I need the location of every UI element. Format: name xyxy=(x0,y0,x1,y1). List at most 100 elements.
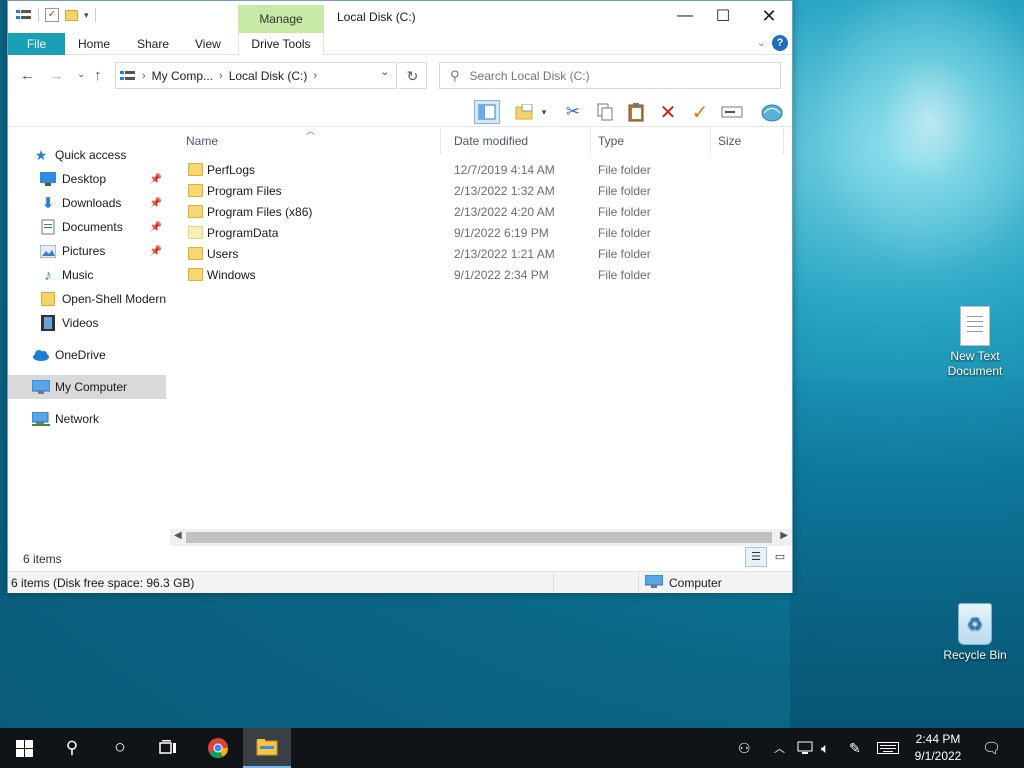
file-list: PerfLogs 12/7/2019 4:14 AM File folder P… xyxy=(179,159,784,285)
recent-locations-chevron-icon[interactable]: ⌄ xyxy=(77,69,85,80)
search-placeholder: Search Local Disk (C:) xyxy=(469,68,590,83)
search-icon[interactable]: ⚲ xyxy=(48,728,96,768)
table-row[interactable]: Program Files 2/13/2022 1:32 AM File fol… xyxy=(179,180,784,201)
copy-icon[interactable] xyxy=(592,100,618,124)
file-type: File folder xyxy=(598,162,651,177)
properties-check-icon[interactable]: ✓ xyxy=(45,8,59,22)
view-switcher: ☰ ▭ xyxy=(745,547,791,567)
scrollbar-thumb[interactable] xyxy=(186,532,772,543)
details-view-icon[interactable]: ☰ xyxy=(745,547,767,567)
nav-label: Pictures xyxy=(62,244,106,258)
nav-documents[interactable]: Documents 📌 xyxy=(8,215,166,239)
scroll-left-arrow-icon[interactable]: ◀ xyxy=(174,530,182,541)
paste-icon[interactable] xyxy=(623,100,649,124)
close-button[interactable]: ✕ xyxy=(746,1,792,31)
keyboard-icon[interactable] xyxy=(877,728,899,768)
taskbar-clock[interactable]: 2:44 PM 9/1/2022 xyxy=(908,731,968,765)
volume-icon[interactable]: 🔈︎ xyxy=(821,728,829,768)
tab-view[interactable]: View xyxy=(195,33,221,55)
column-size[interactable]: Size xyxy=(711,128,784,154)
tab-home[interactable]: Home xyxy=(78,33,110,55)
pin-icon[interactable]: 📌 xyxy=(150,198,162,209)
pin-icon[interactable]: 📌 xyxy=(150,174,162,185)
folder-icon xyxy=(188,268,203,281)
notification-center-icon[interactable]: 🗨︎ xyxy=(982,728,1001,768)
nav-my-computer[interactable]: My Computer xyxy=(8,375,166,399)
task-view-icon[interactable] xyxy=(144,728,192,768)
horizontal-scrollbar[interactable]: ◀ ▶ xyxy=(170,529,792,546)
taskbar: ⚲ ○ ⚇ ︿ 🔈︎ ✎ 2:44 PM 9/1/2022 🗨︎ xyxy=(0,728,1024,768)
help-icon[interactable]: ? xyxy=(772,35,788,51)
folder-options-icon[interactable] xyxy=(512,100,538,124)
divider xyxy=(553,574,554,592)
explorer-app-icon[interactable] xyxy=(16,9,32,21)
nav-onedrive[interactable]: OneDrive xyxy=(8,343,166,367)
column-headers: ︿ Name Date modified Type Size xyxy=(179,126,784,154)
table-row[interactable]: ProgramData 9/1/2022 6:19 PM File folder xyxy=(179,222,784,243)
nav-pictures[interactable]: Pictures 📌 xyxy=(8,239,166,263)
new-folder-icon[interactable] xyxy=(65,9,78,21)
table-row[interactable]: Windows 9/1/2022 2:34 PM File folder xyxy=(179,264,784,285)
desktop-icon-recycle-bin[interactable]: ♻ Recycle Bin xyxy=(935,603,1015,663)
breadcrumb-chevron-icon[interactable]: › xyxy=(142,70,146,82)
navigation-pane-toggle-icon[interactable] xyxy=(474,100,500,124)
address-row: ← → ⌄ ↑ › My Comp... › Local Disk (C:) ›… xyxy=(8,59,792,93)
nav-desktop[interactable]: Desktop 📌 xyxy=(8,167,166,191)
address-dropdown-chevron-icon[interactable]: ⌄ xyxy=(380,65,389,78)
nav-downloads[interactable]: ⬇ Downloads 📌 xyxy=(8,191,166,215)
search-input[interactable]: ⚲ Search Local Disk (C:) xyxy=(439,62,781,89)
column-type[interactable]: Type xyxy=(591,128,711,154)
pin-icon[interactable]: 📌 xyxy=(150,222,162,233)
breadcrumb-my-computer[interactable]: My Comp... xyxy=(152,69,213,83)
show-hidden-icons-chevron-icon[interactable]: ︿ xyxy=(774,728,785,768)
properties-checkmark-icon[interactable]: ✓ xyxy=(687,100,713,124)
nav-open-shell-modern[interactable]: Open-Shell Modern xyxy=(8,287,166,311)
pen-workspace-icon[interactable]: ✎ xyxy=(849,728,861,768)
table-row[interactable]: Program Files (x86) 2/13/2022 4:20 AM Fi… xyxy=(179,201,784,222)
file-type: File folder xyxy=(598,246,651,261)
nav-music[interactable]: ♪ Music xyxy=(8,263,166,287)
folder-icon xyxy=(188,163,203,176)
breadcrumb-chevron-icon[interactable]: › xyxy=(219,70,223,82)
status-zone-label: Computer xyxy=(669,576,722,590)
chrome-icon[interactable] xyxy=(194,728,242,768)
tab-manage[interactable]: Manage xyxy=(238,5,324,33)
open-shell-icon[interactable] xyxy=(759,100,785,124)
breadcrumb-local-disk[interactable]: Local Disk (C:) xyxy=(229,69,308,83)
back-arrow-icon[interactable]: ← xyxy=(20,67,35,84)
forward-arrow-icon[interactable]: → xyxy=(49,67,64,84)
column-name[interactable]: Name xyxy=(179,128,441,154)
people-icon[interactable]: ⚇ xyxy=(738,728,751,768)
network-tray-icon[interactable] xyxy=(797,728,813,768)
refresh-button[interactable]: ↻ xyxy=(399,62,427,89)
breadcrumb-chevron-icon[interactable]: › xyxy=(313,70,317,82)
folder-options-dropdown-icon[interactable]: ▾ xyxy=(538,100,550,124)
maximize-button[interactable]: ☐ xyxy=(700,1,746,31)
delete-icon[interactable]: ✕ xyxy=(655,100,681,124)
table-row[interactable]: Users 2/13/2022 1:21 AM File folder xyxy=(179,243,784,264)
address-bar[interactable]: › My Comp... › Local Disk (C:) › xyxy=(115,62,397,89)
network-icon xyxy=(32,411,50,427)
file-date: 9/1/2022 6:19 PM xyxy=(454,225,549,240)
title-bar[interactable]: ✓ ▾ Manage Local Disk (C:) — ☐ ✕ xyxy=(8,1,792,33)
pin-icon[interactable]: 📌 xyxy=(150,246,162,257)
customize-quick-access-icon[interactable]: ▾ xyxy=(84,10,89,21)
scroll-right-arrow-icon[interactable]: ▶ xyxy=(780,530,788,541)
tab-file[interactable]: File xyxy=(8,33,65,55)
nav-network[interactable]: Network xyxy=(8,407,166,431)
large-icons-view-icon[interactable]: ▭ xyxy=(769,547,791,567)
up-arrow-icon[interactable]: ↑ xyxy=(94,67,102,84)
nav-quick-access[interactable]: ★ Quick access xyxy=(8,143,166,167)
table-row[interactable]: PerfLogs 12/7/2019 4:14 AM File folder xyxy=(179,159,784,180)
desktop-icon-new-text-document[interactable]: New Text Document xyxy=(935,306,1015,379)
expand-ribbon-chevron-icon[interactable]: ⌄ xyxy=(757,36,766,49)
windows-start-icon[interactable] xyxy=(0,728,48,768)
tab-share[interactable]: Share xyxy=(137,33,169,55)
file-explorer-taskbar-icon[interactable] xyxy=(243,728,291,768)
nav-videos[interactable]: Videos xyxy=(8,311,166,335)
cortana-circle-icon[interactable]: ○ xyxy=(96,728,144,768)
cut-icon[interactable]: ✂ xyxy=(560,100,586,124)
tab-drive-tools[interactable]: Drive Tools xyxy=(238,33,324,55)
column-date-modified[interactable]: Date modified xyxy=(447,128,591,154)
rename-icon[interactable] xyxy=(719,100,745,124)
